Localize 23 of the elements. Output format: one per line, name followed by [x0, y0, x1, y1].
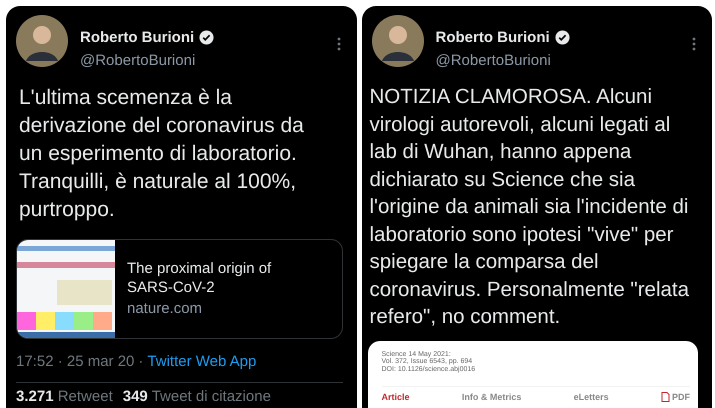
more-icon[interactable]	[692, 37, 696, 51]
avatar	[372, 15, 424, 67]
tweet-timestamp: 17:52 · 25 mar 20	[16, 353, 134, 370]
author-name: Roberto Burioni	[80, 29, 194, 46]
tweet-text: NOTIZIA CLAMOROSA. Alcuni virologi autorevoli, alcuni legati al lab di Wuhan, hanno appena dichiarato su Science che sia l'origine da animali sia l'incidente di laboratorio sono ipotesi "vive" per spiegare la comparsa del coronavirus. Personalmente "relata refero", no comment.	[370, 84, 690, 330]
separator: ·	[138, 353, 144, 370]
more-icon[interactable]	[336, 37, 340, 51]
link-domain: nature.com	[127, 299, 204, 319]
pdf-icon	[660, 392, 670, 402]
tweet-stat[interactable]: 349 Tweet di citazione	[122, 388, 271, 405]
link-card[interactable]: The proximal origin of SARS-CoV-2 nature.com	[16, 239, 342, 339]
page-tab[interactable]: Article	[382, 392, 410, 402]
page-tab[interactable]: PDF	[660, 392, 690, 402]
tweet-text: L'ultima scemenza è la derivazione del coronavirus da un esperimento di laboratorio. Tranquilli, è naturale al 100%, purtroppo.	[19, 85, 305, 223]
author-name: Roberto Burioni	[436, 29, 550, 46]
avatar	[16, 15, 68, 67]
page-tab[interactable]: eLetters	[574, 392, 609, 402]
tweet-stat[interactable]: 3.271 Retweet	[16, 388, 113, 405]
source-link[interactable]: Twitter Web App	[147, 353, 256, 370]
link-title: The proximal origin of SARS-CoV-2	[127, 259, 272, 297]
author-handle: @RobertoBurioni	[80, 52, 196, 69]
author-handle: @RobertoBurioni	[436, 52, 552, 69]
page-tab[interactable]: Info & Metrics	[462, 392, 522, 402]
